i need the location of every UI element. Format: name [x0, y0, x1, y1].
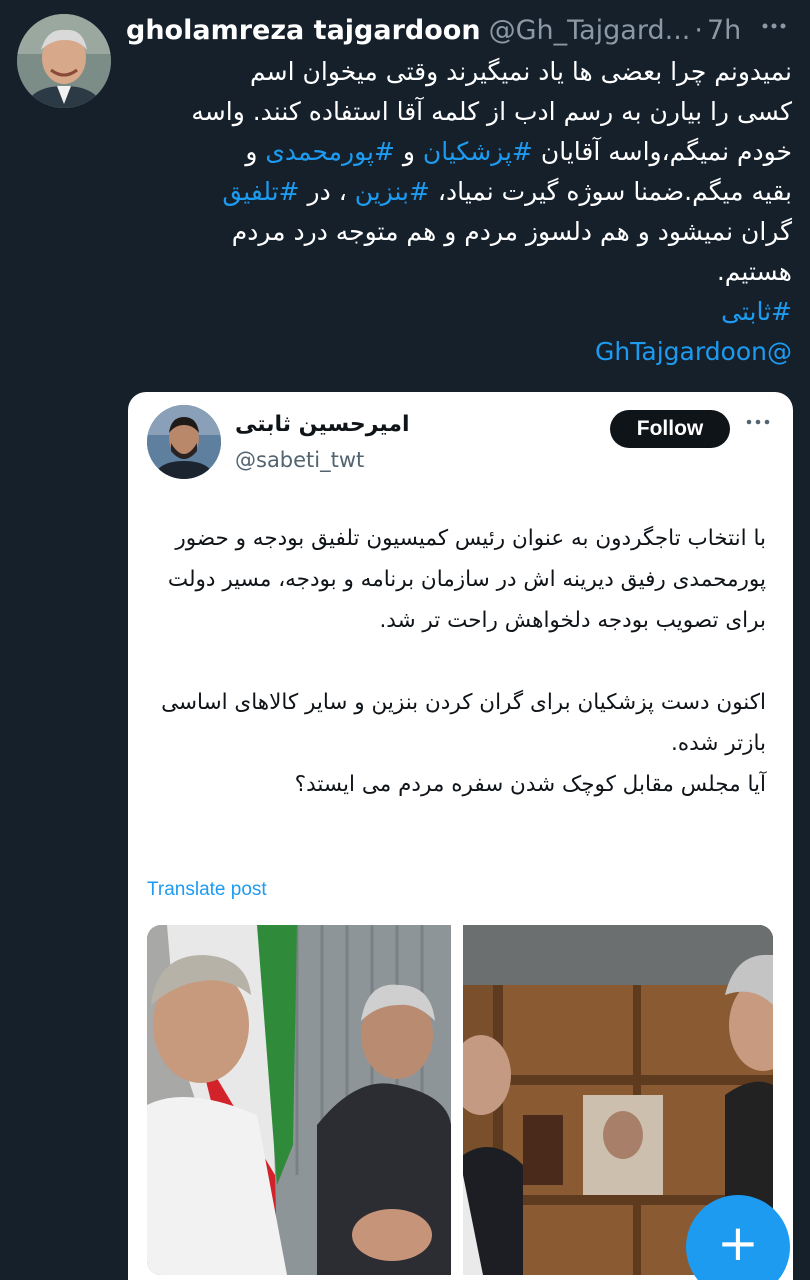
tweet-line-6: هستیم.	[716, 257, 792, 286]
quoted-paragraph-2-line-1: اکنون دست پزشکیان برای گران کردن بنزین و…	[161, 690, 766, 756]
hashtag-benzin[interactable]: #بنزین	[355, 177, 430, 206]
tweet-line-3: خودم نمیگم،واسه آقایان #پزشکیان و #پورمح…	[126, 132, 792, 172]
tweet-line-1: نمیدونم چرا بعضی ها یاد نمیگیرند وقتی می…	[250, 57, 792, 86]
tweet-line-4-prefix: بقیه میگم.ضمنا سوژه گیرت نمیاد،	[429, 177, 792, 206]
more-icon-glyph	[762, 23, 786, 29]
hashtag-talfigh[interactable]: #تلفیق	[222, 177, 299, 206]
quoted-author-handle[interactable]: @sabeti_twt	[235, 448, 364, 472]
plus-icon: +	[717, 1214, 759, 1272]
more-icon[interactable]	[760, 12, 788, 40]
author-handle[interactable]: @Gh_Tajgard...	[489, 15, 691, 46]
hashtag-pourmohammadi[interactable]: #پورمحمدی	[265, 137, 395, 166]
tweet-header: gholamreza tajgardoon @Gh_Tajgard... · 7…	[126, 10, 806, 50]
photo-left[interactable]	[147, 925, 451, 1275]
quoted-more-icon-glyph	[746, 419, 770, 425]
translate-post-link[interactable]: Translate post	[147, 879, 267, 901]
hashtag-sabeti[interactable]: #ثابتی	[126, 292, 792, 332]
mention-ghtajgardoon[interactable]: @GhTajgardoon	[126, 332, 792, 372]
quoted-more-icon[interactable]	[740, 412, 776, 440]
tweet-text: نمیدونم چرا بعضی ها یاد نمیگیرند وقتی می…	[126, 52, 792, 372]
tweet-line-3-mid: و	[394, 137, 423, 166]
quoted-paragraph-2-line-2: آیا مجلس مقابل کوچک شدن سفره مردم می ایس…	[294, 772, 766, 797]
hashtag-pezeshkian[interactable]: #پزشکیان	[423, 137, 533, 166]
quoted-author-name[interactable]: امیرحسین ثابتی	[235, 412, 410, 437]
tweet-line-2: کسی را بیارن به رسم ادب از کلمه آقا استف…	[191, 97, 792, 126]
quoted-post-text: با انتخاب تاجگردون به عنوان رئیس کمیسیون…	[148, 518, 766, 805]
author-avatar[interactable]	[17, 14, 111, 108]
tweet-line-3-suffix: و	[245, 137, 266, 166]
tweet-line-3-prefix: خودم نمیگم،واسه آقایان	[532, 137, 792, 166]
tweet-time[interactable]: 7h	[707, 15, 741, 46]
follow-button[interactable]: Follow	[610, 410, 730, 448]
quoted-author-avatar[interactable]	[147, 405, 221, 479]
tweet-line-5: گران نمیشود و هم دلسوز مردم و هم متوجه د…	[231, 217, 792, 246]
author-display-name[interactable]: gholamreza tajgardoon	[126, 15, 481, 46]
tweet-line-4-mid: ، در	[299, 177, 355, 206]
quoted-paragraph-1: با انتخاب تاجگردون به عنوان رئیس کمیسیون…	[167, 526, 766, 633]
separator-dot: ·	[694, 14, 703, 46]
quoted-post-card[interactable]: امیرحسین ثابتی @sabeti_twt Follow با انت…	[128, 392, 793, 1280]
tweet-line-4: بقیه میگم.ضمنا سوژه گیرت نمیاد، #بنزین ،…	[126, 172, 792, 212]
